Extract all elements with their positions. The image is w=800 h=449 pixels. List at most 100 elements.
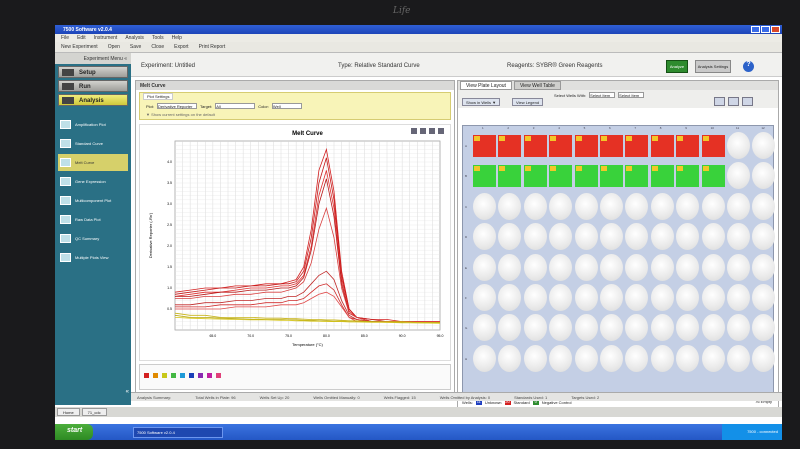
- column-header[interactable]: 1: [482, 126, 484, 130]
- menu-tools[interactable]: Tools: [152, 35, 164, 41]
- plate-well[interactable]: [549, 284, 573, 311]
- plot-select[interactable]: Derivative Reporter: [157, 103, 198, 109]
- plate-well[interactable]: [752, 314, 776, 342]
- plate-well[interactable]: [650, 192, 674, 220]
- plate-well[interactable]: [600, 223, 623, 251]
- plate-well[interactable]: [473, 314, 496, 342]
- plate-well-assigned[interactable]: [600, 165, 623, 188]
- view-settings-icon[interactable]: [742, 97, 753, 106]
- plate-well[interactable]: [752, 192, 776, 220]
- legend-swatch[interactable]: [198, 373, 203, 378]
- export-button[interactable]: Export: [174, 44, 188, 50]
- plate-well[interactable]: [625, 223, 649, 251]
- plate-well-assigned[interactable]: [574, 165, 598, 188]
- plate-well[interactable]: [727, 284, 750, 311]
- help-icon[interactable]: ?: [743, 61, 754, 72]
- legend-swatch[interactable]: [153, 373, 158, 378]
- plate-well[interactable]: [523, 192, 547, 220]
- plate-well[interactable]: [498, 344, 522, 372]
- plate-well[interactable]: [727, 253, 750, 281]
- plate-well[interactable]: [752, 132, 776, 159]
- sidebar-item-multicomponent-plot[interactable]: Multicomponent Plot: [58, 192, 128, 209]
- row-header[interactable]: D: [465, 235, 467, 239]
- plate-well-assigned[interactable]: [473, 165, 496, 188]
- plate-well[interactable]: [523, 314, 547, 342]
- close-window-button[interactable]: [771, 26, 780, 33]
- stage-analysis[interactable]: Analysis: [58, 94, 128, 106]
- plate-well[interactable]: [574, 314, 598, 342]
- start-button[interactable]: start: [55, 424, 93, 440]
- plate-well[interactable]: [574, 284, 598, 311]
- plate-well[interactable]: [549, 223, 573, 251]
- sidebar-item-amplification-plot[interactable]: Amplification Plot: [58, 116, 128, 133]
- plate-well[interactable]: [650, 344, 674, 372]
- column-header[interactable]: 2: [507, 126, 509, 130]
- plate-well[interactable]: [701, 344, 725, 372]
- row-header[interactable]: G: [465, 326, 467, 330]
- plate-well-assigned[interactable]: [523, 165, 547, 188]
- plate-well[interactable]: [650, 223, 674, 251]
- menu-file[interactable]: File: [61, 35, 69, 41]
- sidebar-item-multiple-plots-view[interactable]: Multiple Plots View: [58, 249, 128, 266]
- plate-well[interactable]: [473, 284, 496, 311]
- plate-well[interactable]: [523, 284, 547, 311]
- legend-swatch[interactable]: [144, 373, 149, 378]
- plate-well[interactable]: [727, 223, 750, 251]
- table-icon[interactable]: [438, 128, 444, 134]
- column-header[interactable]: 3: [533, 126, 535, 130]
- plate-well-assigned[interactable]: [549, 165, 573, 188]
- plate-well-assigned[interactable]: [498, 135, 522, 157]
- taskbar-app[interactable]: 7500 Software v2.0.4: [133, 426, 223, 438]
- plate-well-assigned[interactable]: [498, 165, 522, 188]
- menu-analysis[interactable]: Analysis: [125, 35, 144, 41]
- sidebar-item-standard-curve[interactable]: Standard Curve: [58, 135, 128, 152]
- menu-help[interactable]: Help: [172, 35, 182, 41]
- plate-well[interactable]: [752, 253, 776, 281]
- plate-well[interactable]: [574, 253, 598, 281]
- plate-well[interactable]: [523, 344, 547, 372]
- column-header[interactable]: 4: [558, 126, 560, 130]
- close-button[interactable]: Close: [151, 44, 164, 50]
- plate-well[interactable]: [701, 192, 725, 220]
- plate-well[interactable]: [600, 344, 623, 372]
- plate-well[interactable]: [701, 253, 725, 281]
- plate-well-assigned[interactable]: [549, 135, 573, 157]
- plate-well[interactable]: [549, 253, 573, 281]
- plate-well[interactable]: [650, 284, 674, 311]
- plate-well[interactable]: [600, 284, 623, 311]
- plate-well[interactable]: [625, 344, 649, 372]
- plate-well[interactable]: [676, 192, 700, 220]
- show-in-wells-button[interactable]: Show in Wells ▼: [462, 98, 501, 106]
- copy-icon[interactable]: [420, 128, 426, 134]
- color-select[interactable]: Well: [271, 103, 302, 109]
- plate-well[interactable]: [473, 253, 496, 281]
- analysis-settings-button[interactable]: Analysis Settings: [695, 60, 731, 73]
- legend-swatch[interactable]: [207, 373, 212, 378]
- plate-well[interactable]: [498, 223, 522, 251]
- row-header[interactable]: H: [465, 357, 467, 361]
- view-grid-icon[interactable]: [714, 97, 725, 106]
- legend-swatch[interactable]: [162, 373, 167, 378]
- plate-well[interactable]: [727, 344, 750, 372]
- stage-run[interactable]: Run: [58, 80, 128, 92]
- plate-well[interactable]: [727, 132, 750, 159]
- open-button[interactable]: Open: [108, 44, 120, 50]
- plate-well[interactable]: [752, 284, 776, 311]
- plate-well[interactable]: [498, 284, 522, 311]
- plate-well[interactable]: [625, 192, 649, 220]
- plate-well-assigned[interactable]: [625, 165, 649, 188]
- legend-swatch[interactable]: [171, 373, 176, 378]
- select-wells-dropdown-1[interactable]: Select Item: [589, 92, 616, 98]
- plot-settings-tab[interactable]: Plot Settings: [143, 93, 174, 100]
- view-legend-button[interactable]: View Legend: [512, 98, 544, 106]
- settings-note[interactable]: ▼ Show current settings on the default: [146, 112, 215, 117]
- plate-well[interactable]: [625, 314, 649, 342]
- tab-view-plate-layout[interactable]: View Plate Layout: [460, 81, 512, 90]
- plate-well[interactable]: [574, 192, 598, 220]
- plate-well-assigned[interactable]: [676, 135, 700, 157]
- print-report-button[interactable]: Print Report: [199, 44, 226, 50]
- plate-well[interactable]: [574, 223, 598, 251]
- tab-experiment[interactable]: 71_cdc: [81, 408, 107, 416]
- collapse-icon[interactable]: «: [126, 389, 129, 395]
- plate-well[interactable]: [473, 344, 496, 372]
